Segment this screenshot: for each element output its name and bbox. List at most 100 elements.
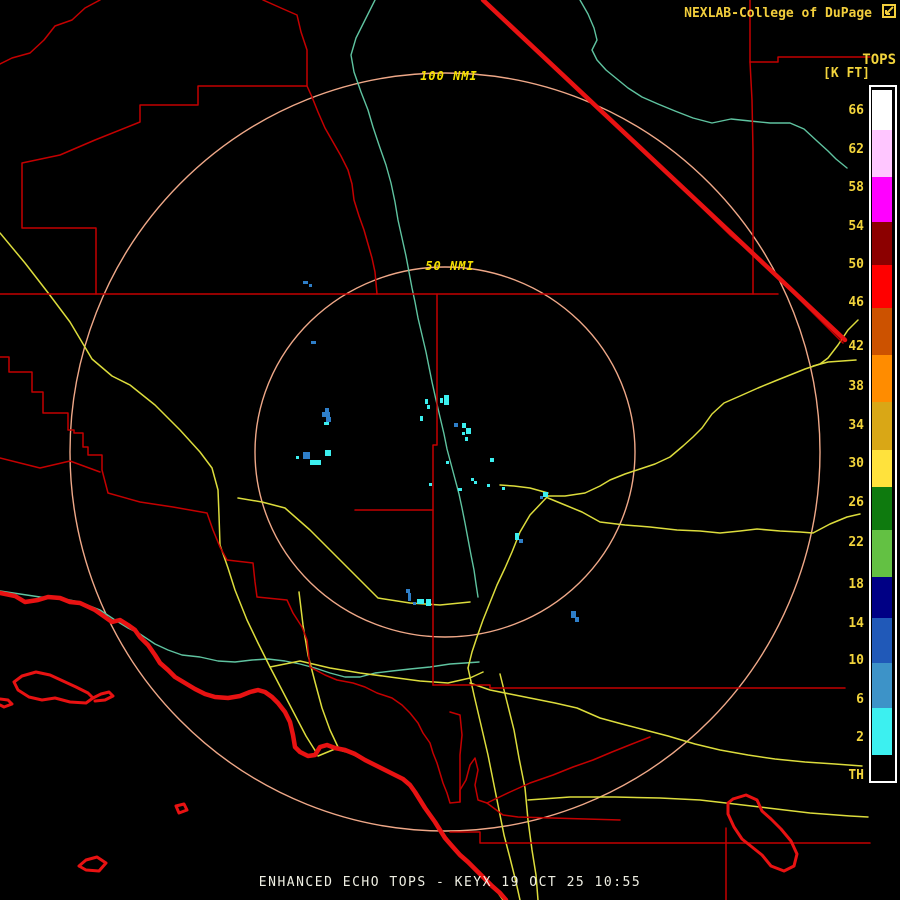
echo-cell bbox=[417, 599, 424, 604]
product-caption: ENHANCED ECHO TOPS - KEYX 19 OCT 25 10:5… bbox=[258, 875, 642, 890]
cod-logo-icon bbox=[882, 4, 896, 18]
islands-path bbox=[12, 670, 95, 705]
colorbar-segment bbox=[872, 618, 892, 663]
colorbar-tick-label: 34 bbox=[848, 418, 864, 433]
echo-cell bbox=[571, 611, 576, 618]
colorbar-tick-label: 2 bbox=[856, 730, 864, 745]
colorbar-tick-label: 6 bbox=[856, 692, 864, 707]
echo-cell bbox=[465, 437, 468, 441]
echo-cell bbox=[427, 405, 430, 409]
radar-map: 50 NMI 100 NMI bbox=[0, 0, 871, 900]
roads-path bbox=[527, 796, 869, 818]
colorbar-tick-label: 14 bbox=[848, 616, 864, 631]
echo-cell bbox=[466, 428, 471, 434]
islands-path bbox=[77, 855, 108, 873]
colorbar-tick-label: 30 bbox=[848, 456, 864, 471]
colorbar-segment bbox=[872, 90, 892, 130]
layer-county-lines bbox=[0, 0, 871, 900]
echo-cell bbox=[324, 422, 329, 425]
county-lines-path bbox=[0, 356, 488, 804]
echo-cell bbox=[454, 423, 458, 427]
echo-cell bbox=[490, 458, 494, 462]
echo-cell bbox=[426, 599, 431, 606]
echo-cell bbox=[519, 539, 523, 543]
colorbar-segment bbox=[872, 355, 892, 402]
colorbar-tick-label: 58 bbox=[848, 180, 864, 195]
colorbar-tick-label: 38 bbox=[848, 379, 864, 394]
county-lines-path bbox=[432, 684, 846, 689]
colorbar-segment bbox=[872, 708, 892, 755]
echo-cell bbox=[540, 496, 543, 499]
colorbar-segment bbox=[872, 177, 892, 222]
colorbar-tick-label: 10 bbox=[848, 653, 864, 668]
colorbar-segment bbox=[872, 402, 892, 450]
county-lines-path bbox=[0, 457, 101, 473]
colorbar-tick-label: 26 bbox=[848, 495, 864, 510]
echo-cell bbox=[462, 423, 466, 428]
roads-path bbox=[547, 319, 859, 497]
colorbar-segment bbox=[872, 487, 892, 530]
colorbar-units: [K FT] bbox=[823, 66, 870, 81]
colorbar-segment bbox=[872, 130, 892, 177]
range-label-100: 100 NMI bbox=[420, 69, 478, 83]
islands-path bbox=[0, 697, 14, 709]
echo-cell bbox=[440, 398, 443, 403]
echo-cell bbox=[413, 602, 416, 605]
colorbar-tick-label: 62 bbox=[848, 142, 864, 157]
echo-cell bbox=[322, 412, 330, 417]
colorbar-segment bbox=[872, 308, 892, 355]
echo-cell bbox=[446, 461, 449, 464]
echo-cell bbox=[474, 481, 477, 484]
echo-cell bbox=[310, 460, 321, 465]
layer-state-line-coast bbox=[0, 0, 848, 900]
range-label-50: 50 NMI bbox=[425, 259, 474, 273]
roads-path bbox=[469, 682, 863, 767]
colorbar-tick-label: 22 bbox=[848, 535, 864, 550]
county-lines-path bbox=[21, 85, 308, 295]
colorbar-segment bbox=[872, 222, 892, 265]
state-line-coast-path bbox=[480, 0, 848, 343]
echo-cell bbox=[471, 478, 474, 481]
echo-cell bbox=[444, 395, 449, 405]
colorbar-tick-label: 46 bbox=[848, 295, 864, 310]
range-ring-50 bbox=[254, 266, 636, 638]
echo-cell bbox=[303, 281, 308, 284]
islands-path bbox=[174, 802, 189, 815]
echo-cell bbox=[458, 488, 462, 491]
roads-path bbox=[499, 484, 549, 494]
colorbar-tick-label: TH bbox=[848, 768, 864, 783]
colorbar-segment bbox=[872, 450, 892, 487]
roads-path bbox=[237, 497, 471, 606]
islands-path bbox=[91, 690, 115, 703]
colorbar-segment bbox=[872, 755, 892, 775]
layer-roads bbox=[0, 232, 869, 900]
echo-cell bbox=[408, 593, 411, 601]
colorbar-segment bbox=[872, 577, 892, 618]
colorbar-tick-label: 18 bbox=[848, 577, 864, 592]
echo-cell bbox=[303, 452, 310, 459]
county-lines-path bbox=[0, 0, 101, 65]
county-lines-path bbox=[449, 711, 463, 803]
rivers-path bbox=[579, 0, 848, 169]
colorbar-segment bbox=[872, 265, 892, 308]
colorbar-tick-label: 66 bbox=[848, 103, 864, 118]
rivers-path bbox=[350, 0, 479, 598]
range-ring-100 bbox=[69, 72, 821, 832]
echo-cell bbox=[487, 484, 490, 487]
islands-path bbox=[726, 793, 799, 873]
echo-cell bbox=[309, 284, 312, 287]
county-lines-path bbox=[432, 293, 438, 686]
roads-path bbox=[499, 673, 539, 900]
echo-cell bbox=[406, 589, 410, 593]
echo-cell bbox=[462, 432, 465, 435]
echo-cell bbox=[502, 487, 505, 490]
county-lines-path bbox=[449, 831, 871, 844]
radar-display: 50 NMI 100 NMI NEXLAB-College of DuPage T… bbox=[0, 0, 900, 900]
colorbar-segment bbox=[872, 663, 892, 708]
echo-cell bbox=[296, 456, 299, 459]
echo-cell bbox=[575, 617, 579, 622]
colorbar-tick-label: 54 bbox=[848, 219, 864, 234]
echo-cell bbox=[325, 450, 331, 456]
echo-cell bbox=[311, 341, 316, 344]
echo-cell bbox=[543, 492, 548, 497]
